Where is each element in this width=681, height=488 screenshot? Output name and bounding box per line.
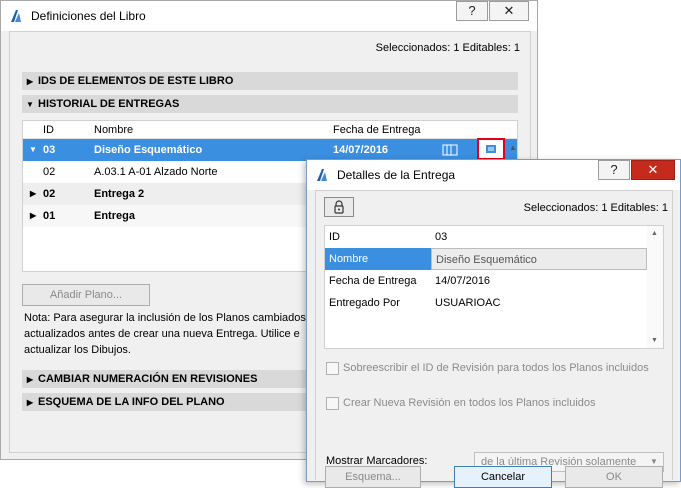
collapse-arrow-icon: ▼ [29, 145, 37, 154]
row-id: 01 [43, 210, 56, 222]
field-label: ID [329, 231, 340, 243]
issue-details-dialog: Detalles de la Entrega ? ✕ Seleccionados… [306, 159, 681, 488]
note-line: actualizados antes de crear una nueva En… [24, 328, 300, 340]
dialog-titlebar: Detalles de la Entrega ? ✕ [307, 160, 680, 190]
section-historial[interactable]: ▼ HISTORIAL DE ENTREGAS [22, 95, 518, 113]
list-row-selected[interactable]: ▼ 03 Diseño Esquemático 14/07/2016 ▲ [23, 137, 517, 161]
field-value: 03 [435, 231, 448, 243]
issue-fields-table: ID 03 Nombre Diseño Esquemático Fecha de… [324, 225, 664, 349]
cancel-button[interactable]: Cancelar [454, 466, 552, 488]
ok-button[interactable]: OK [565, 466, 663, 488]
list-header: ID Nombre Fecha de Entrega [23, 121, 517, 139]
row-id: 02 [43, 188, 56, 200]
issue-note: Nota: Para asegurar la inclusión de los … [24, 310, 324, 358]
field-value: 14/07/2016 [435, 275, 491, 287]
checkbox-box[interactable] [326, 361, 339, 375]
new-revision-checkbox[interactable]: Crear Nueva Revisión en todos los Planos… [326, 396, 596, 410]
column-id[interactable]: ID [43, 121, 54, 139]
field-label: Entregado Por [329, 297, 400, 309]
issue-details-button[interactable] [477, 138, 505, 160]
details-icon [486, 145, 496, 153]
column-nombre[interactable]: Nombre [94, 121, 133, 139]
selection-info: Seleccionados: 1 Editables: 1 [375, 42, 520, 54]
row-nombre: A.03.1 A-01 Alzado Norte [94, 166, 218, 178]
field-row[interactable]: Fecha de Entrega 14/07/2016 [325, 270, 647, 292]
schema-button[interactable]: Esquema... [325, 466, 421, 488]
vertical-scrollbar[interactable]: ▲ ▼ [647, 226, 663, 348]
selection-info: Seleccionados: 1 Editables: 1 [523, 202, 668, 214]
help-button[interactable]: ? [598, 160, 630, 180]
close-button[interactable]: ✕ [631, 160, 675, 180]
row-nombre: Diseño Esquemático [94, 144, 203, 156]
expand-arrow-icon: ▶ [26, 375, 34, 384]
lock-icon [334, 200, 344, 214]
field-label: Nombre [329, 253, 369, 265]
add-sheet-button[interactable]: Añadir Plano... [22, 284, 150, 306]
field-row[interactable]: Entregado Por USUARIOAC [325, 292, 647, 314]
row-id: 03 [43, 144, 56, 156]
expand-arrow-icon: ▶ [30, 211, 37, 220]
scroll-up-icon[interactable]: ▲ [509, 137, 517, 159]
dialog-panel: Seleccionados: 1 Editables: 1 ID 03 Nomb… [315, 190, 673, 480]
field-row[interactable]: ID 03 [325, 226, 647, 248]
archicad-logo-icon [317, 169, 327, 181]
overwrite-revision-checkbox[interactable]: Sobreescribir el ID de Revisión para tod… [326, 361, 649, 375]
scroll-up-icon[interactable]: ▲ [651, 230, 658, 237]
section-ids[interactable]: ▶ IDS DE ELEMENTOS DE ESTE LIBRO [22, 72, 518, 90]
scroll-down-icon[interactable]: ▼ [651, 337, 658, 344]
column-fecha[interactable]: Fecha de Entrega [333, 121, 420, 139]
expand-arrow-icon: ▶ [26, 398, 34, 407]
checkbox-box[interactable] [326, 396, 339, 410]
row-nombre: Entrega [94, 210, 135, 222]
expand-arrow-icon: ▶ [30, 189, 37, 198]
window-title: Definiciones del Libro [31, 9, 146, 23]
window-titlebar: Definiciones del Libro ? ✕ [1, 1, 537, 31]
note-line: actualizar los Dibujos. [24, 344, 131, 356]
note-line: Nota: Para asegurar la inclusión de los … [24, 312, 306, 324]
row-nombre: Entrega 2 [94, 188, 145, 200]
dialog-title: Detalles de la Entrega [337, 168, 456, 182]
layout-book-icon [442, 144, 458, 156]
expand-arrow-icon: ▶ [26, 77, 34, 86]
collapse-arrow-icon: ▼ [26, 100, 34, 109]
close-button[interactable]: ✕ [489, 1, 529, 21]
name-input[interactable]: Diseño Esquemático [431, 248, 647, 270]
lock-button[interactable] [324, 197, 354, 217]
row-fecha: 14/07/2016 [333, 144, 389, 156]
row-id: 02 [43, 166, 56, 178]
field-row-selected[interactable]: Nombre Diseño Esquemático [325, 248, 647, 270]
field-value: USUARIOAC [435, 297, 501, 309]
archicad-logo-icon [11, 10, 21, 22]
field-label: Fecha de Entrega [329, 275, 417, 287]
help-button[interactable]: ? [456, 1, 488, 21]
